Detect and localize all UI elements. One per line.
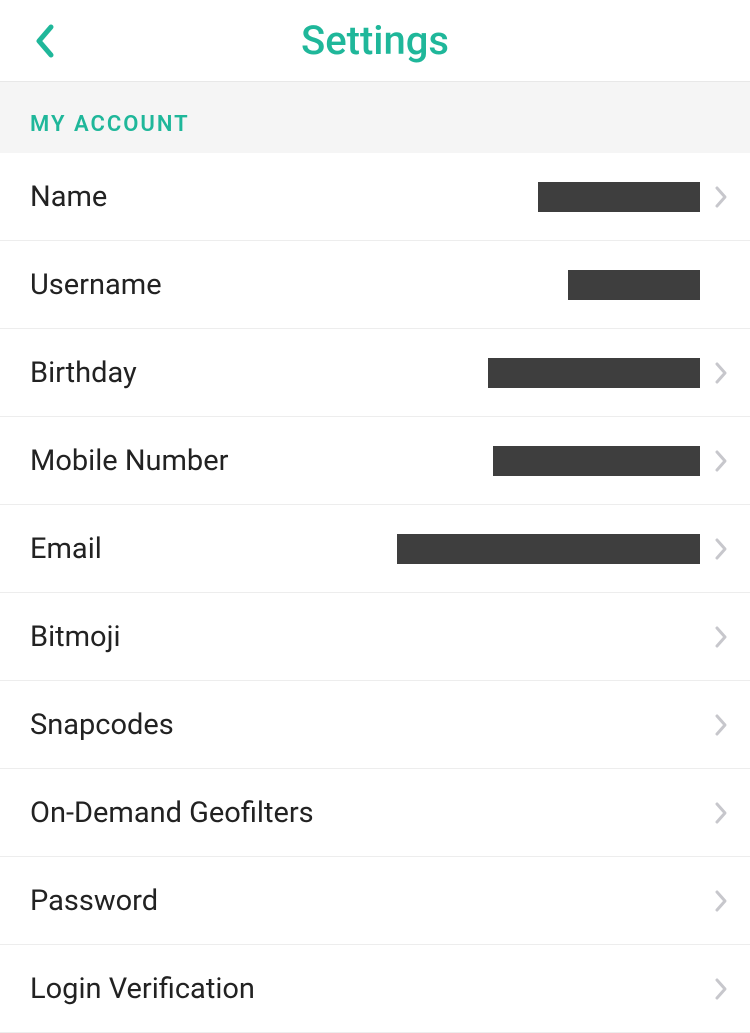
- row-value-redacted: [493, 446, 700, 476]
- row-value-redacted: [488, 358, 700, 388]
- chevron-right-icon: [710, 359, 732, 387]
- row-value-redacted: [538, 182, 700, 212]
- row-label: Password: [30, 884, 710, 918]
- row-login-verification[interactable]: Login Verification: [0, 945, 750, 1033]
- chevron-right-icon: [710, 887, 732, 915]
- chevron-right-icon: [710, 447, 732, 475]
- page-title: Settings: [0, 17, 750, 64]
- chevron-right-icon: [710, 711, 732, 739]
- settings-list: Name Username Birthday Mobile Number Email Bi…: [0, 153, 750, 1033]
- row-name[interactable]: Name: [0, 153, 750, 241]
- row-label: Snapcodes: [30, 708, 710, 742]
- row-snapcodes[interactable]: Snapcodes: [0, 681, 750, 769]
- row-label: Username: [30, 268, 568, 302]
- row-label: Name: [30, 180, 538, 214]
- row-password[interactable]: Password: [0, 857, 750, 945]
- row-value-redacted: [397, 534, 700, 564]
- chevron-right-icon: [710, 183, 732, 211]
- row-label: Birthday: [30, 356, 488, 390]
- chevron-right-icon: [710, 623, 732, 651]
- row-label: On-Demand Geofilters: [30, 796, 710, 830]
- row-bitmoji[interactable]: Bitmoji: [0, 593, 750, 681]
- chevron-right-icon: [710, 975, 732, 1003]
- chevron-left-icon: [33, 23, 55, 59]
- section-header-my-account: MY ACCOUNT: [0, 82, 750, 153]
- row-label: Login Verification: [30, 972, 710, 1006]
- row-birthday[interactable]: Birthday: [0, 329, 750, 417]
- row-label: Email: [30, 532, 397, 566]
- row-username[interactable]: Username: [0, 241, 750, 329]
- header: Settings: [0, 0, 750, 82]
- row-mobile-number[interactable]: Mobile Number: [0, 417, 750, 505]
- back-button[interactable]: [24, 21, 64, 61]
- chevron-right-icon: [710, 535, 732, 563]
- row-label: Bitmoji: [30, 620, 710, 654]
- row-value-redacted: [568, 270, 700, 300]
- row-label: Mobile Number: [30, 444, 493, 478]
- chevron-right-icon: [710, 799, 732, 827]
- row-email[interactable]: Email: [0, 505, 750, 593]
- row-on-demand-geofilters[interactable]: On-Demand Geofilters: [0, 769, 750, 857]
